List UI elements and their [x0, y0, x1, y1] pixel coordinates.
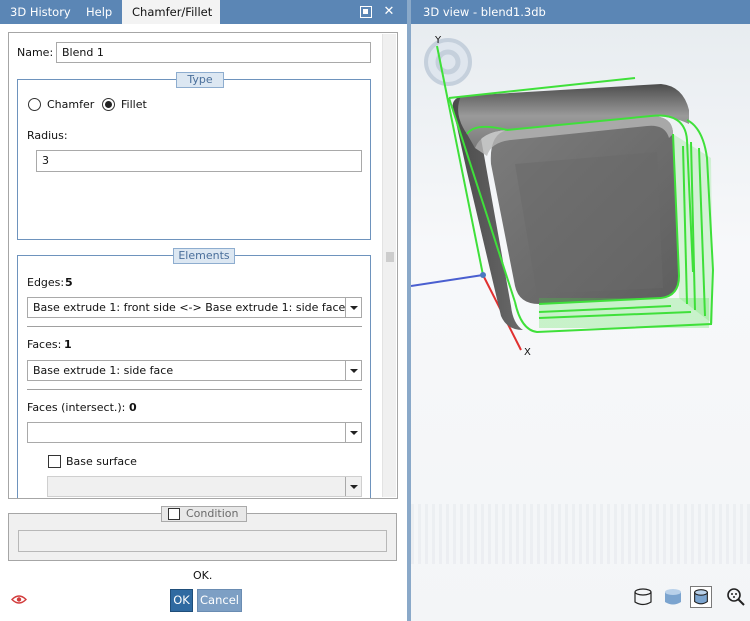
chevron-down-icon[interactable] — [345, 298, 361, 317]
cylinder-shaded-icon[interactable] — [662, 586, 684, 608]
base-surface-checkbox[interactable] — [48, 455, 61, 468]
elements-group-title: Elements — [173, 248, 235, 264]
view-cube-icon[interactable] — [424, 38, 472, 86]
cylinder-shaded-edges-icon[interactable] — [690, 586, 712, 608]
tab-help[interactable]: Help — [76, 0, 122, 24]
name-input[interactable]: Blend 1 — [56, 42, 371, 63]
fillet-highlight-band — [539, 298, 709, 328]
zoom-icon[interactable] — [725, 586, 747, 608]
base-surface-select[interactable] — [47, 476, 362, 497]
view-tab-bar: 3D view - blend1.3db — [411, 0, 750, 24]
separator — [27, 389, 362, 390]
panel-tab-bar: 3D History Help Chamfer/Fillet ✕ — [0, 0, 407, 24]
3d-viewport[interactable]: Y X — [411, 24, 750, 621]
chevron-down-icon[interactable] — [345, 423, 361, 442]
chamfer-label: Chamfer — [47, 98, 95, 111]
condition-group: Condition — [8, 506, 397, 561]
faces-intersect-select[interactable] — [27, 422, 362, 443]
edges-count: 5 — [65, 276, 73, 289]
type-group-title: Type — [176, 72, 224, 88]
cylinder-outline-icon[interactable] — [632, 586, 654, 608]
origin-point — [480, 272, 486, 278]
chamfer-fillet-panel: 3D History Help Chamfer/Fillet ✕ Name: B… — [0, 0, 407, 621]
tab-3d-history[interactable]: 3D History — [0, 0, 81, 24]
form-scrollbar[interactable] — [382, 34, 396, 497]
z-axis — [411, 274, 484, 287]
faces-label: Faces: — [27, 338, 62, 351]
condition-checkbox[interactable] — [168, 508, 180, 520]
fillet-side-highlight — [673, 134, 713, 324]
x-axis-label: X — [524, 347, 531, 358]
ok-button[interactable]: OK — [170, 589, 193, 612]
edges-select-value: Base extrude 1: front side <-> Base extr… — [33, 301, 346, 314]
3d-view-panel: 3D view - blend1.3db Y X — [411, 0, 750, 621]
elements-group: Elements Edges: 5 Base extrude 1: front … — [17, 248, 371, 498]
cancel-button[interactable]: Cancel — [197, 589, 242, 612]
faces-select-value: Base extrude 1: side face — [33, 364, 174, 377]
status-text: OK. — [193, 569, 213, 582]
separator — [27, 326, 362, 327]
edges-select[interactable]: Base extrude 1: front side <-> Base extr… — [27, 297, 362, 318]
radius-input[interactable]: 3 — [36, 150, 362, 172]
name-label: Name: — [17, 46, 54, 59]
3d-model-render[interactable]: Y X — [411, 24, 750, 621]
tab-chamfer-fillet[interactable]: Chamfer/Fillet — [122, 0, 220, 24]
faces-count: 1 — [64, 338, 72, 351]
faces-select[interactable]: Base extrude 1: side face — [27, 360, 362, 381]
maximize-icon[interactable] — [360, 6, 372, 18]
fillet-label: Fillet — [121, 98, 147, 111]
condition-input[interactable] — [18, 530, 387, 552]
tab-3d-view[interactable]: 3D view - blend1.3db — [411, 0, 558, 24]
fillet-radio[interactable] — [102, 98, 115, 111]
y-axis-label: Y — [434, 35, 442, 46]
type-group: Type Chamfer Fillet Radius: 3 — [17, 72, 371, 240]
blend-model[interactable] — [452, 84, 689, 330]
condition-title: Condition — [161, 506, 247, 522]
eye-icon[interactable] — [11, 594, 27, 605]
chamfer-radio[interactable] — [28, 98, 41, 111]
fillet-form: Name: Blend 1 Type Chamfer Fillet Radius… — [8, 32, 398, 499]
scrollbar-thumb[interactable] — [386, 252, 394, 262]
chevron-down-icon[interactable] — [345, 361, 361, 380]
chevron-down-icon[interactable] — [345, 477, 361, 496]
faces-intersect-count: 0 — [129, 401, 137, 414]
condition-label: Condition — [186, 507, 239, 520]
faces-intersect-label: Faces (intersect.): — [27, 401, 126, 414]
close-icon[interactable]: ✕ — [383, 5, 395, 18]
radius-label: Radius: — [27, 129, 68, 142]
edges-label: Edges: — [27, 276, 65, 289]
base-surface-label: Base surface — [66, 455, 137, 468]
